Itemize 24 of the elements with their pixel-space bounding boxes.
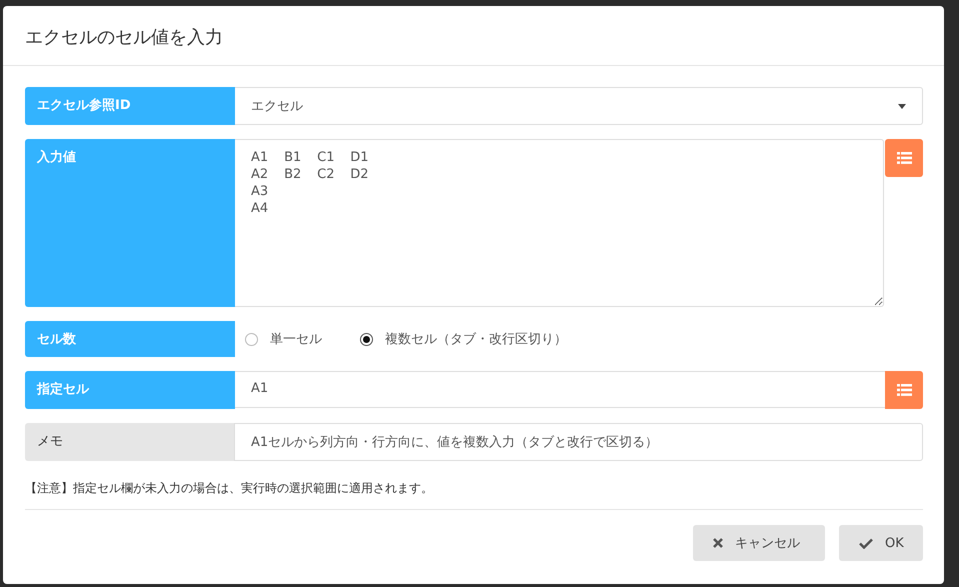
field-label: セル数 [25, 321, 235, 357]
ok-button[interactable]: OK [839, 525, 923, 561]
input-field[interactable]: A1 B1 C1 D1 A2 B2 C2 D2 A3 A4 [235, 139, 884, 307]
radio-button[interactable] [360, 332, 373, 346]
note-text: 【注意】指定セル欄が未入力の場合は、実行時の選択範囲に適用されます。 [25, 480, 923, 510]
close-icon [713, 538, 723, 548]
field-label: 指定セル [25, 371, 235, 409]
memo-text: A1セルから列方向・行方向に、値を複数入力（タブと改行で区切る） [234, 423, 923, 461]
input-field[interactable]: A1 [235, 371, 885, 408]
list-button[interactable] [885, 139, 923, 177]
caret-icon [898, 104, 906, 108]
dialog-title: エクセルのセル値を入力 [3, 6, 944, 66]
list-icon [896, 384, 912, 396]
radio-label[interactable]: 複数セル（タブ・改行区切り） [385, 330, 567, 348]
field-label: エクセル参照ID [25, 87, 235, 125]
list-icon [896, 152, 912, 164]
field-label: 入力値 [25, 139, 235, 307]
dropdown[interactable]: エクセル [235, 87, 923, 125]
field-label: メモ [25, 423, 235, 461]
cancel-button[interactable]: キャンセル [693, 525, 825, 561]
radio-label[interactable]: 単一セル [270, 330, 322, 348]
radio-button[interactable] [245, 332, 258, 346]
check-icon [859, 538, 873, 548]
list-button[interactable] [885, 371, 923, 409]
